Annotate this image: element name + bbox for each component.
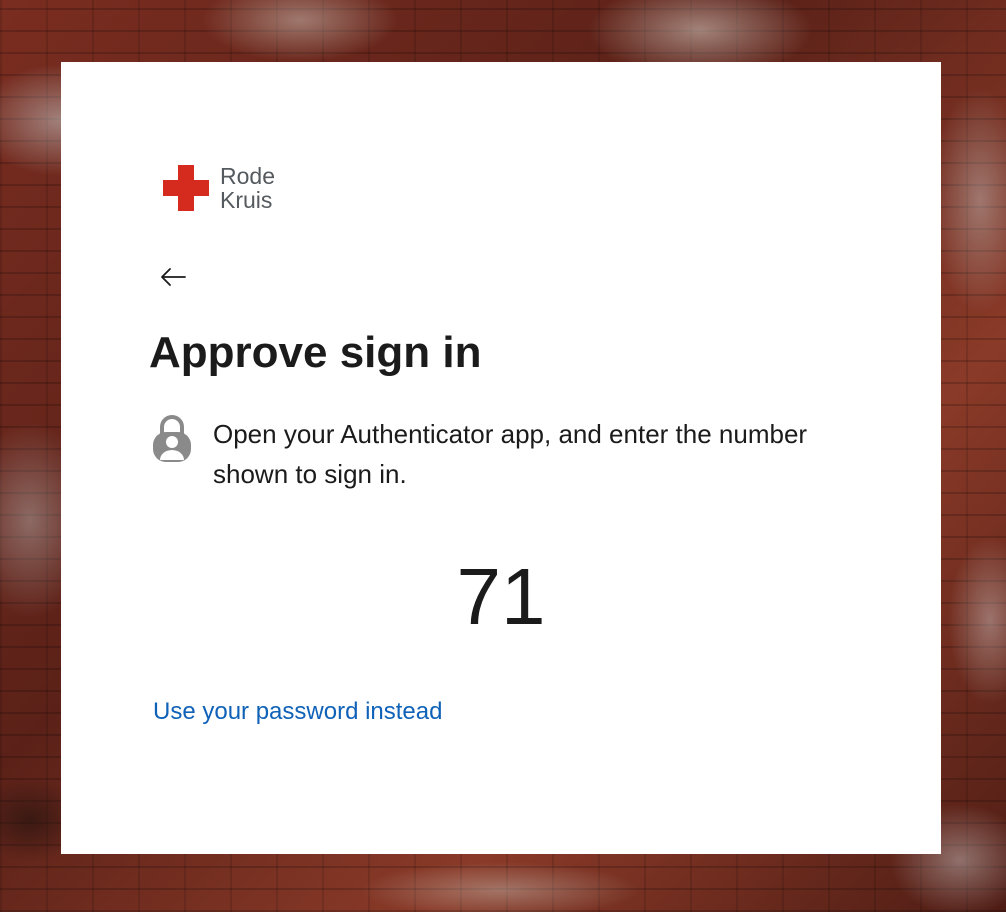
verification-number: 71 bbox=[456, 552, 546, 641]
page-title: Approve sign in bbox=[149, 328, 482, 377]
instruction-text: Open your Authenticator app, and enter t… bbox=[213, 419, 808, 489]
use-password-link[interactable]: Use your password instead bbox=[153, 698, 442, 726]
organization-logo: Rode Kruis bbox=[163, 164, 275, 212]
red-cross-icon bbox=[163, 165, 209, 211]
lock-icon bbox=[153, 415, 191, 462]
logo-text-line2: Kruis bbox=[220, 187, 273, 213]
logo-text-line1: Rode bbox=[220, 163, 275, 189]
arrow-left-icon bbox=[161, 268, 186, 286]
instruction-block: Open your Authenticator app, and enter t… bbox=[151, 412, 831, 494]
back-button[interactable] bbox=[155, 262, 191, 292]
sign-in-card: Rode Kruis Approve sign in Open your Aut… bbox=[61, 62, 941, 854]
logo-wordmark: Rode Kruis bbox=[220, 164, 275, 212]
